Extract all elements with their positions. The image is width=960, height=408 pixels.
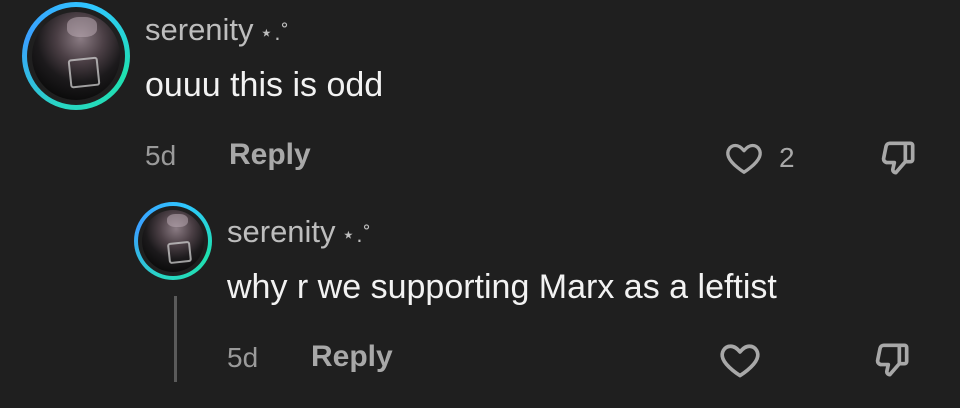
reply-button[interactable]: Reply	[229, 138, 311, 172]
avatar-image	[142, 210, 204, 272]
reply-timestamp: 5d	[227, 342, 259, 373]
username-text: serenity	[227, 214, 336, 249]
thumbs-down-icon[interactable]	[876, 136, 920, 180]
username-decoration: ⋆.˚	[259, 20, 290, 45]
reply-text: why r we supporting Marx as a leftist	[227, 268, 777, 306]
reply-username[interactable]: serenity ⋆.˚	[227, 214, 372, 250]
reply-button[interactable]: Reply	[311, 340, 393, 374]
comment-timestamp: 5d	[145, 140, 177, 171]
like-count: 2	[779, 142, 795, 173]
heart-outline-icon[interactable]	[718, 338, 762, 382]
avatar-image	[32, 12, 120, 100]
username-text: serenity	[145, 12, 254, 47]
comment-username[interactable]: serenity ⋆.˚	[145, 12, 290, 48]
heart-outline-icon[interactable]	[724, 138, 764, 178]
avatar[interactable]	[22, 2, 130, 110]
avatar[interactable]	[134, 202, 212, 280]
thread-line	[174, 296, 177, 382]
username-decoration: ⋆.˚	[341, 222, 372, 247]
thumbs-down-icon[interactable]	[870, 338, 914, 382]
comment-text: ouuu this is odd	[145, 66, 384, 104]
